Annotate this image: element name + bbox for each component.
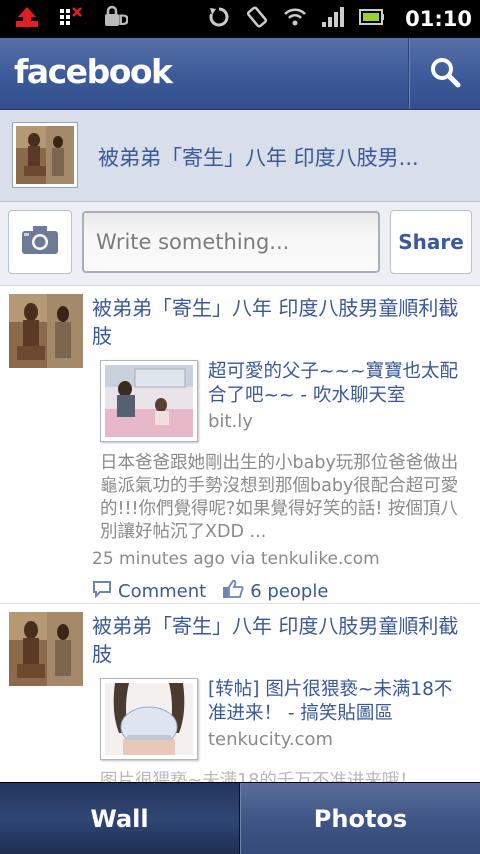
link-thumbnail[interactable] [100,678,198,760]
composer: Write something... Share [0,202,480,286]
post-author[interactable]: 被弟弟「寄生」八年 印度八肢男童順利截肢 [92,612,468,668]
tab-wall[interactable]: Wall [0,783,240,854]
link-domain: tenkucity.com [208,729,334,750]
post-avatar[interactable] [9,294,83,368]
post-avatar[interactable] [9,612,83,686]
wifi-icon [283,5,307,33]
camera-icon [20,224,60,260]
shared-link[interactable]: [转帖] 图片很猥亵~未满18不准进来！ - 搞笑貼圖區 tenkucity.c… [100,678,468,764]
feed-post: 被弟弟「寄生」八年 印度八肢男童順利截肢 超可愛的父子~~~寶寶也太配合了吧~~… [0,286,480,604]
bottom-tab-bar: Wall Photos [0,782,480,854]
upload-icon [14,5,40,33]
comment-icon [92,580,112,603]
page-title[interactable]: 被弟弟「寄生」八年 印度八肢男... [98,142,468,172]
sync-icon [207,5,231,33]
app-header: facebook [0,38,480,110]
link-description: 图片很猥亵~未满18的千万不准进来哦！ [100,771,417,782]
battery-icon [359,5,385,33]
signal-icon [321,5,345,33]
missed-signal-icon [58,5,84,33]
comment-button[interactable]: Comment [92,580,206,603]
post-author[interactable]: 被弟弟「寄生」八年 印度八肢男童順利截肢 [92,294,468,350]
link-thumbnail[interactable] [100,360,198,442]
share-button[interactable]: Share [390,210,472,274]
svg-text:D: D [118,13,128,29]
debug-icon: D [102,5,130,33]
facebook-logo: facebook [14,52,173,91]
status-input[interactable]: Write something... [82,211,380,273]
tab-photos[interactable]: Photos [240,783,480,854]
feed-post: 被弟弟「寄生」八年 印度八肢男童順利截肢 [转帖] 图片很猥亵~未满18不准进来… [0,604,480,782]
link-title[interactable]: 超可愛的父子~~~寶寶也太配合了吧~~ - 吹水聊天室 [208,360,468,408]
page-profile-picture[interactable] [12,122,78,188]
status-bar: D 01:10 [0,0,480,38]
page-header: 被弟弟「寄生」八年 印度八肢男... [0,110,480,202]
add-photo-button[interactable] [8,210,72,274]
like-button[interactable]: 6 people [222,579,328,604]
clock: 01:10 [405,7,472,31]
post-timestamp: 25 minutes ago via tenkulike.com [92,549,380,569]
comment-label: Comment [118,580,207,602]
link-domain: bit.ly [208,411,253,432]
shared-link[interactable]: 超可愛的父子~~~寶寶也太配合了吧~~ - 吹水聊天室 bit.ly [100,360,468,446]
like-count: 6 people [250,580,329,602]
link-title[interactable]: [转帖] 图片很猥亵~未满18不准进来！ - 搞笑貼圖區 [208,678,468,726]
search-button[interactable] [408,38,480,109]
news-feed: 被弟弟「寄生」八年 印度八肢男童順利截肢 超可愛的父子~~~寶寶也太配合了吧~~… [0,286,480,782]
thumbs-up-icon [222,579,244,604]
search-icon [429,56,461,92]
rotate-icon [245,5,269,33]
link-description: 日本爸爸跟她剛出生的小baby玩那位爸爸做出龜派氣功的手勢沒想到那個baby很配… [100,453,459,542]
